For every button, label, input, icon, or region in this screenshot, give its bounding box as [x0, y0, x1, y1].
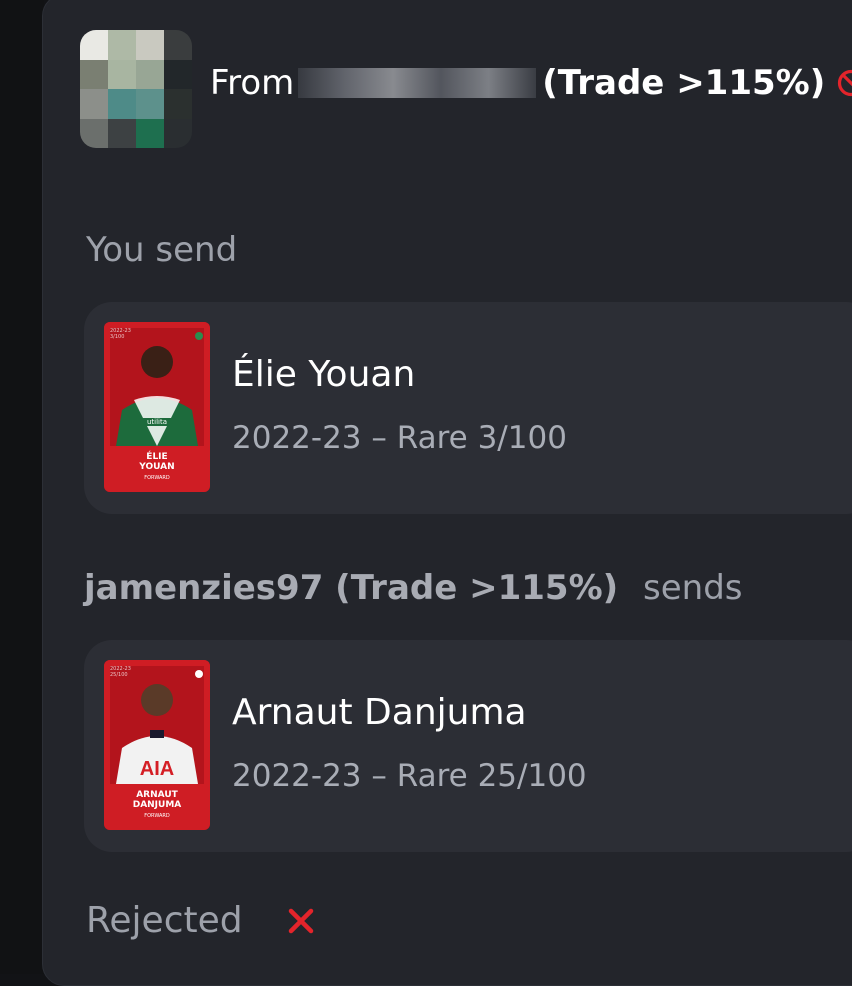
from-label: From — [210, 63, 295, 103]
sender-username[interactable]: jamenzies97 (Trade >115%) — [84, 568, 618, 608]
card-detail: 2022-23 – Rare 3/100 — [232, 420, 567, 456]
receive-card-row[interactable]: 2022-23 25/100 AIA ARNAUT DANJUMA FORWAR… — [84, 640, 852, 852]
card-name-line-1: ÉLIE — [146, 452, 168, 462]
player-card-image: 2022-23 25/100 AIA ARNAUT DANJUMA FORWAR… — [104, 660, 210, 830]
svg-text:utilita: utilita — [147, 418, 167, 426]
card-name-line-1: ARNAUT — [136, 790, 178, 800]
trade-tag: (Trade >115%) — [542, 63, 826, 103]
sends-label: sends — [643, 568, 743, 608]
status-label: Rejected — [86, 900, 243, 941]
red-x-icon — [288, 908, 313, 933]
trade-status: Rejected — [86, 900, 315, 941]
card-position: FORWARD — [144, 813, 170, 819]
card-name-line-2: YOUAN — [139, 462, 175, 472]
left-sidebar-edge — [0, 0, 44, 974]
receive-section-label: jamenzies97 (Trade >115%) sends — [84, 568, 743, 608]
send-card-row[interactable]: utilita 2022-23 3/100 ÉLIE YOUAN FORWARD… — [84, 302, 852, 514]
card-name-line-2: DANJUMA — [132, 800, 182, 810]
trade-header: From (Trade >115%) — [210, 58, 852, 108]
card-serial: 25/100 — [110, 672, 128, 678]
player-name: Arnaut Danjuma — [232, 692, 527, 733]
card-position: FORWARD — [144, 475, 170, 481]
card-serial: 3/100 — [110, 334, 125, 340]
no-entry-icon — [838, 69, 852, 97]
sponsor-logo: AIA — [139, 758, 175, 780]
redacted-username — [298, 68, 537, 98]
card-detail: 2022-23 – Rare 25/100 — [232, 758, 587, 794]
player-card-image: utilita 2022-23 3/100 ÉLIE YOUAN FORWARD — [104, 322, 210, 492]
send-section-label: You send — [86, 230, 237, 270]
player-name: Élie Youan — [232, 354, 416, 395]
send-label-text: You send — [86, 230, 238, 270]
sender-avatar — [80, 30, 192, 148]
